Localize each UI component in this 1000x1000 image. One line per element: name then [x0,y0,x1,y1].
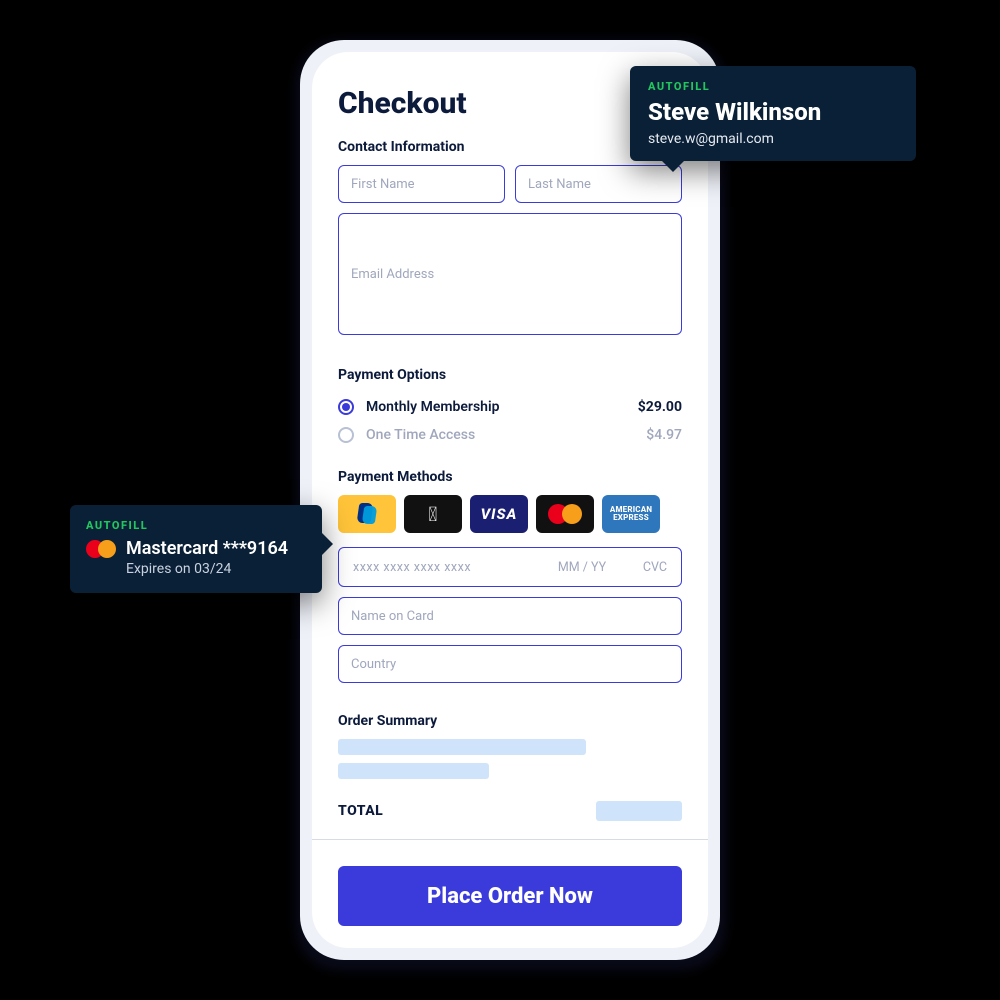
mastercard-icon [86,539,116,559]
autofill-contact-email: steve.w@gmail.com [648,131,898,147]
payment-option-onetime[interactable]: One Time Access $4.97 [338,421,682,449]
visa-icon: VISA [481,505,518,523]
autofill-contact-popover[interactable]: AUTOFILL Steve Wilkinson steve.w@gmail.c… [630,66,916,161]
paypal-icon [358,503,376,525]
radio-selected-icon [338,399,354,415]
radio-unselected-icon [338,427,354,443]
autofill-tag: AUTOFILL [648,80,898,93]
order-summary-label: Order Summary [338,713,682,729]
autofill-tag: AUTOFILL [86,519,304,532]
card-name-field[interactable]: Name on Card [338,597,682,635]
payment-option-price: $4.97 [646,427,682,443]
checkout-screen: Checkout Contact Information First Name … [312,52,708,948]
autofill-card-subtitle: Expires on 03/24 [126,561,304,577]
popover-arrow-icon [322,533,333,555]
payment-options-section: Payment Options Monthly Membership $29.0… [338,367,682,449]
country-field[interactable]: Country [338,645,682,683]
card-name-placeholder: Name on Card [351,609,434,624]
total-row: TOTAL [338,801,682,821]
card-cvc-placeholder: CVC [627,560,667,575]
mastercard-icon [548,503,582,525]
place-order-button[interactable]: Place Order Now [338,866,682,926]
apple-pay-button[interactable]:  [404,495,462,533]
first-name-field[interactable]: First Name [338,165,505,203]
card-number-field[interactable]: xxxx xxxx xxxx xxxx MM / YY CVC [338,547,682,587]
total-amount-skeleton [596,801,682,821]
country-placeholder: Country [351,657,396,672]
first-name-placeholder: First Name [351,177,415,192]
payment-methods-label: Payment Methods [338,469,682,485]
email-field[interactable]: Email Address [338,213,682,335]
payment-option-label: One Time Access [366,427,475,443]
payment-option-label: Monthly Membership [366,399,500,415]
payment-option-price: $29.00 [638,399,682,415]
visa-button[interactable]: VISA [470,495,528,533]
autofill-card-popover[interactable]: AUTOFILL Mastercard ***9164 Expires on 0… [70,505,322,593]
mastercard-button[interactable] [536,495,594,533]
contact-name-row: First Name Last Name [338,165,682,213]
autofill-card-line: Mastercard ***9164 [86,538,304,559]
autofill-card-title: Mastercard ***9164 [126,538,288,559]
total-label: TOTAL [338,803,383,819]
card-expiry-placeholder: MM / YY [547,560,617,575]
place-order-label: Place Order Now [427,884,593,909]
paypal-button[interactable] [338,495,396,533]
card-number-placeholder: xxxx xxxx xxxx xxxx [353,560,537,575]
payment-option-monthly[interactable]: Monthly Membership $29.00 [338,393,682,421]
payment-methods-section: Payment Methods  VISA AMERICANEXPRESS [338,469,682,693]
last-name-field[interactable]: Last Name [515,165,682,203]
divider [312,839,708,840]
order-summary-section: Order Summary TOTAL [338,713,682,821]
popover-arrow-icon [662,161,684,172]
amex-button[interactable]: AMERICANEXPRESS [602,495,660,533]
email-placeholder: Email Address [351,267,434,282]
last-name-placeholder: Last Name [528,177,591,192]
apple-icon:  [428,504,437,524]
payment-methods-row:  VISA AMERICANEXPRESS [338,495,682,533]
autofill-contact-name: Steve Wilkinson [648,99,898,127]
phone-frame: Checkout Contact Information First Name … [300,40,720,960]
summary-line-skeleton [338,763,489,779]
summary-line-skeleton [338,739,586,755]
payment-options-label: Payment Options [338,367,682,383]
amex-icon: AMERICANEXPRESS [610,506,652,522]
